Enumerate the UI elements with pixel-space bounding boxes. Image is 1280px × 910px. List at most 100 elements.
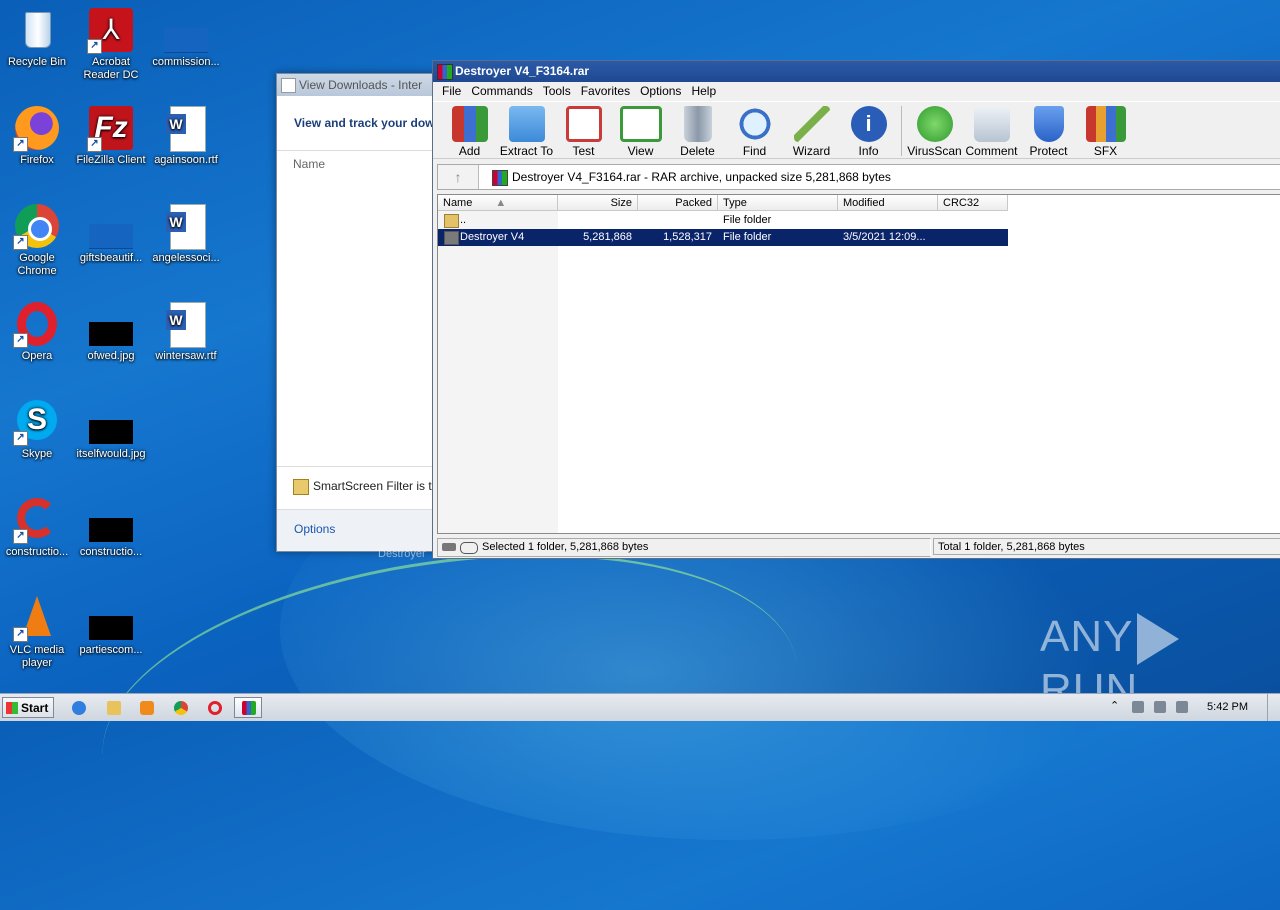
ie-options-link[interactable]: Options: [277, 509, 447, 551]
column-type[interactable]: Type: [718, 195, 838, 211]
info-button[interactable]: i Info: [840, 102, 897, 158]
view-button[interactable]: View: [612, 102, 669, 158]
desktop-icon-angelessoci[interactable]: W angelessoci...: [149, 202, 223, 265]
desktop-ghost-label: Destroyer: [378, 548, 426, 560]
winrar-window[interactable]: Destroyer V4_F3164.rar File Commands Too…: [432, 60, 1280, 559]
column-name[interactable]: Name ▲: [438, 195, 558, 211]
play-logo-icon: [1137, 613, 1180, 666]
desktop-icon-skype[interactable]: S ↗ Skype: [0, 398, 74, 461]
chrome-icon: [174, 701, 188, 715]
system-tray: ⌃ 5:42 PM: [1104, 694, 1280, 721]
taskbar-media-player[interactable]: [132, 697, 160, 718]
menu-commands[interactable]: Commands: [466, 82, 537, 101]
taskbar-winrar[interactable]: [234, 697, 262, 718]
magnifier-icon: [736, 106, 773, 142]
add-archive-icon: [451, 106, 488, 142]
ccleaner-icon: ↗: [13, 496, 61, 544]
add-button[interactable]: Add: [441, 102, 498, 158]
trash-icon: [683, 106, 712, 142]
desktop-icon-recycle-bin[interactable]: Recycle Bin: [0, 6, 74, 69]
desktop-icon-wintersaw[interactable]: W wintersaw.rtf: [149, 300, 223, 363]
extract-folder-icon: [508, 106, 545, 142]
table-row[interactable]: Destroyer V4 5,281,868 1,528,317 File fo…: [438, 229, 1008, 246]
delete-button[interactable]: Delete: [669, 102, 726, 158]
show-desktop-button[interactable]: [1267, 694, 1280, 721]
media-player-icon: [140, 701, 154, 715]
image-thumb-icon: [87, 398, 135, 446]
menu-favorites[interactable]: Favorites: [576, 82, 635, 101]
sfx-button[interactable]: SFX: [1077, 102, 1134, 158]
chrome-icon: ↗: [13, 202, 61, 250]
toolbar-separator: [901, 106, 902, 156]
taskbar-opera[interactable]: [200, 697, 228, 718]
desktop-icon-constructio[interactable]: constructio...: [74, 496, 148, 559]
taskbar-chrome[interactable]: [166, 697, 194, 718]
protect-button[interactable]: Protect: [1020, 102, 1077, 158]
desktop-icon-vlc[interactable]: ↗ VLC media player: [0, 594, 74, 670]
smartscreen-text: SmartScreen Filter is t: [313, 479, 432, 494]
test-button[interactable]: Test: [555, 102, 612, 158]
virus-bug-icon: [916, 106, 953, 142]
clock[interactable]: 5:42 PM: [1207, 694, 1248, 721]
column-packed[interactable]: Packed: [638, 195, 718, 211]
menu-options[interactable]: Options: [635, 82, 686, 101]
table-row[interactable]: .. File folder: [438, 212, 1008, 229]
folder-up-icon: [444, 214, 459, 228]
taskbar-ie[interactable]: [64, 697, 92, 718]
desktop-icon-chrome[interactable]: ↗ Google Chrome: [0, 202, 74, 278]
taskbar-explorer[interactable]: [99, 697, 127, 718]
start-button[interactable]: Start: [2, 697, 54, 718]
column-crc32[interactable]: CRC32: [938, 195, 1008, 211]
virusscan-button[interactable]: VirusScan: [906, 102, 963, 158]
menu-tools[interactable]: Tools: [538, 82, 576, 101]
folder-icon: [444, 231, 459, 245]
column-size[interactable]: Size: [558, 195, 638, 211]
volume-icon[interactable]: [1132, 701, 1144, 713]
comment-button[interactable]: Comment: [963, 102, 1020, 158]
desktop-icon-acrobat[interactable]: ⅄ ↗ Acrobat Reader DC: [74, 6, 148, 82]
archive-icon: [492, 170, 508, 186]
action-center-flag-icon[interactable]: [1176, 701, 1188, 713]
desktop-icon-giftsbeautif[interactable]: giftsbeautif...: [74, 202, 148, 265]
desktop-icon-ofwed[interactable]: ofwed.jpg: [74, 300, 148, 363]
word-doc-icon: W: [162, 300, 210, 348]
network-icon[interactable]: [1154, 701, 1166, 713]
ie-icon: [281, 78, 296, 93]
winrar-title: Destroyer V4_F3164.rar: [455, 64, 590, 78]
find-button[interactable]: Find: [726, 102, 783, 158]
status-left: Selected 1 folder, 5,281,868 bytes: [437, 538, 931, 557]
menu-file[interactable]: File: [437, 82, 466, 101]
desktop-icon-filezilla[interactable]: Fz ↗ FileZilla Client: [74, 104, 148, 167]
desktop-icon-opera[interactable]: ↗ Opera: [0, 300, 74, 363]
desktop-icon-ccleaner[interactable]: ↗ constructio...: [0, 496, 74, 559]
menu-help[interactable]: Help: [686, 82, 721, 101]
ie-downloads-titlebar[interactable]: View Downloads - Inter: [277, 74, 447, 96]
menubar: File Commands Tools Favorites Options He…: [433, 82, 1280, 101]
smartscreen-icon: [293, 479, 309, 495]
desktop-icon-itselfwould[interactable]: itselfwould.jpg: [74, 398, 148, 461]
ie-downloads-window[interactable]: View Downloads - Inter View and track yo…: [276, 73, 463, 552]
tray-expand-icon[interactable]: ⌃: [1110, 699, 1122, 712]
desktop-icon-firefox[interactable]: ↗ Firefox: [0, 104, 74, 167]
drive-icon: [442, 543, 456, 551]
up-arrow-icon[interactable]: ↑: [438, 165, 479, 189]
address-bar[interactable]: ↑ Destroyer V4_F3164.rar - RAR archive, …: [437, 164, 1280, 190]
extract-to-button[interactable]: Extract To: [498, 102, 555, 158]
image-thumb-icon: [87, 496, 135, 544]
explorer-icon: [107, 701, 121, 715]
ie-downloads-name-column[interactable]: Name: [277, 151, 447, 171]
taskbar: Start ⌃ 5:42 PM: [0, 693, 1280, 721]
address-text: Destroyer V4_F3164.rar - RAR archive, un…: [512, 170, 891, 184]
file-list[interactable]: Name ▲ Size Packed Type Modified CRC32 .…: [437, 194, 1280, 534]
column-modified[interactable]: Modified: [838, 195, 938, 211]
vlc-icon: ↗: [13, 594, 61, 642]
desktop-icon-commission[interactable]: commission...: [149, 6, 223, 69]
wizard-button[interactable]: Wizard: [783, 102, 840, 158]
wand-icon: [793, 106, 830, 142]
ie-downloads-heading: View and track your dow: [277, 96, 447, 151]
winrar-titlebar[interactable]: Destroyer V4_F3164.rar: [433, 61, 1280, 82]
desktop-icon-partiescom[interactable]: partiescom...: [74, 594, 148, 657]
acrobat-icon: ⅄ ↗: [87, 6, 135, 54]
sort-asc-icon: ▲: [495, 197, 507, 209]
desktop-icon-againsoon[interactable]: W againsoon.rtf: [149, 104, 223, 167]
